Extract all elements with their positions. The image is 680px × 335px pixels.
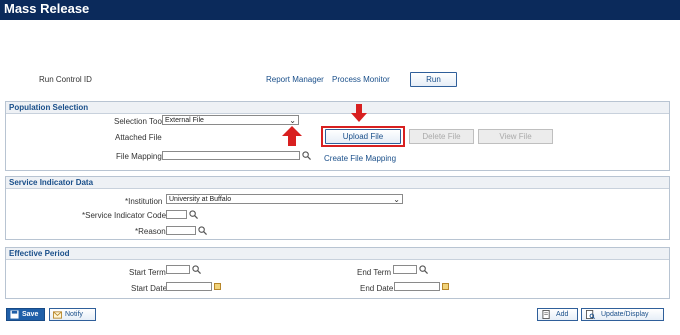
add-button[interactable]: Add xyxy=(537,308,578,321)
red-arrow-up-icon xyxy=(282,126,302,146)
service-indicator-heading: Service Indicator Data xyxy=(9,178,94,187)
institution-select[interactable]: University at Buffalo ⌄ xyxy=(166,194,403,204)
start-date-input[interactable] xyxy=(166,282,212,291)
calendar-icon[interactable] xyxy=(442,283,449,290)
save-label: Save xyxy=(22,311,39,318)
effective-period-group: Effective Period xyxy=(5,247,670,299)
title-bar: Mass Release xyxy=(0,0,680,20)
end-date-input[interactable] xyxy=(394,282,440,291)
search-icon[interactable] xyxy=(198,226,207,235)
effective-period-header: Effective Period xyxy=(6,248,669,260)
process-monitor-link[interactable]: Process Monitor xyxy=(332,75,390,84)
service-indicator-code-input[interactable] xyxy=(166,210,187,219)
service-indicator-header: Service Indicator Data xyxy=(6,177,669,189)
file-mapping-label: File Mapping xyxy=(116,152,162,161)
effective-period-heading: Effective Period xyxy=(9,249,70,258)
notify-button[interactable]: Notify xyxy=(49,308,96,321)
create-file-mapping-link[interactable]: Create File Mapping xyxy=(324,154,396,163)
report-manager-link[interactable]: Report Manager xyxy=(266,75,324,84)
page-title: Mass Release xyxy=(4,1,90,16)
view-file-button: View File xyxy=(478,129,553,144)
start-term-input[interactable] xyxy=(166,265,190,274)
file-mapping-input[interactable] xyxy=(162,151,300,160)
reason-input[interactable] xyxy=(166,226,196,235)
update-display-label: Update/Display xyxy=(601,311,649,318)
end-date-label: End Date xyxy=(360,284,394,293)
population-selection-header: Population Selection xyxy=(6,102,669,114)
selection-tool-select[interactable]: External File ⌄ xyxy=(162,115,299,125)
notify-label: Notify xyxy=(65,311,83,318)
add-label: Add xyxy=(556,311,569,318)
update-display-button[interactable]: Update/Display xyxy=(581,308,664,321)
search-icon[interactable] xyxy=(302,151,311,160)
attached-file-label: Attached File xyxy=(115,133,162,142)
population-selection-heading: Population Selection xyxy=(9,103,89,112)
upload-file-button[interactable]: Upload File xyxy=(325,129,401,144)
chevron-down-icon: ⌄ xyxy=(289,116,296,125)
end-term-input[interactable] xyxy=(393,265,417,274)
run-button[interactable]: Run xyxy=(410,72,457,87)
selection-tool-value: External File xyxy=(165,117,204,124)
start-date-label: Start Date xyxy=(131,284,168,293)
envelope-icon xyxy=(53,310,62,319)
disk-icon xyxy=(10,310,19,319)
selection-tool-label: Selection Tool xyxy=(114,117,164,126)
reason-label: *Reason xyxy=(135,227,166,236)
start-term-label: Start Term xyxy=(129,268,166,277)
chevron-down-icon: ⌄ xyxy=(393,195,400,204)
calendar-icon[interactable] xyxy=(214,283,221,290)
delete-file-button: Delete File xyxy=(409,129,474,144)
service-indicator-code-label: *Service Indicator Code xyxy=(82,211,167,220)
service-indicator-group: Service Indicator Data xyxy=(5,176,670,240)
add-page-icon xyxy=(542,310,550,319)
institution-label: *Institution xyxy=(125,197,163,206)
update-display-icon xyxy=(586,310,595,319)
run-control-label: Run Control ID xyxy=(39,75,92,84)
save-button[interactable]: Save xyxy=(6,308,45,321)
institution-value: University at Buffalo xyxy=(169,196,232,203)
search-icon[interactable] xyxy=(192,265,201,274)
search-icon[interactable] xyxy=(189,210,198,219)
red-arrow-down-icon xyxy=(351,104,367,122)
end-term-label: End Term xyxy=(357,268,392,277)
search-icon[interactable] xyxy=(419,265,428,274)
